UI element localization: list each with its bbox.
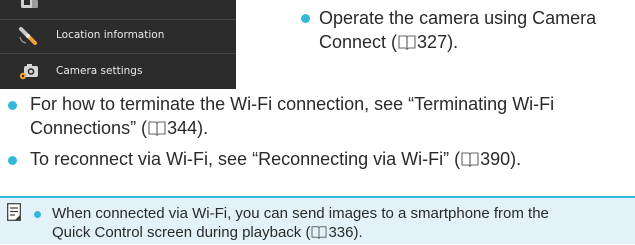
page-reference-390[interactable]: 390 — [480, 149, 510, 169]
reconnect-wifi-line1-pre: To reconnect via Wi-Fi, see “Reconnectin… — [30, 149, 461, 169]
camera-gear-icon — [16, 60, 42, 82]
note-top-border — [0, 196, 635, 198]
page-reference-327[interactable]: 327 — [417, 32, 447, 52]
operate-camera-text: Operate the camera using Camera Connect … — [319, 6, 596, 56]
note-memo-icon — [7, 203, 21, 221]
book-reference-icon — [461, 149, 479, 173]
note-line2-pre: Quick Control screen during playback ( — [52, 224, 311, 241]
reconnect-wifi-line1-post: ). — [510, 149, 522, 169]
note-line2-post: ). — [353, 224, 363, 241]
phone-menu-row-location: Location information — [0, 20, 236, 50]
book-reference-icon — [148, 118, 166, 142]
bullet-icon — [301, 14, 310, 23]
bullet-icon — [8, 101, 17, 110]
operate-camera-line1: Operate the camera using Camera — [319, 8, 597, 28]
operate-camera-line2-post: ). — [447, 32, 459, 52]
terminate-wifi-line1: For how to terminate the Wi-Fi connectio… — [30, 94, 555, 114]
operate-camera-line2: Connect ( 327). — [319, 30, 596, 56]
page-reference-344[interactable]: 344 — [167, 118, 197, 138]
terminate-wifi-line2: Connections” ( 344). — [30, 116, 554, 142]
note-text: When connected via Wi-Fi, you can send i… — [52, 203, 549, 245]
operate-camera-line2-pre: Connect ( — [319, 32, 398, 52]
terminate-wifi-line2-post: ). — [197, 118, 209, 138]
terminate-wifi-text: For how to terminate the Wi-Fi connectio… — [30, 92, 554, 142]
reconnect-wifi-line1: To reconnect via Wi-Fi, see “Reconnectin… — [30, 147, 521, 173]
location-information-label: Location information — [56, 29, 165, 41]
satellite-icon — [16, 24, 42, 46]
phone-menu-row-camera-settings: Camera settings — [0, 56, 236, 86]
bullet-icon — [8, 156, 17, 165]
camera-settings-label: Camera settings — [56, 65, 143, 77]
note-line2: Quick Control screen during playback ( 33… — [52, 222, 549, 245]
phone-camera-icon — [16, 0, 42, 14]
phone-divider — [0, 53, 236, 54]
page-reference-336[interactable]: 336 — [328, 224, 353, 241]
note-line1: When connected via Wi-Fi, you can send i… — [52, 205, 549, 222]
phone-menu-row-top — [0, 0, 236, 18]
terminate-wifi-line2-pre: Connections” ( — [30, 118, 148, 138]
reconnect-wifi-text: To reconnect via Wi-Fi, see “Reconnectin… — [30, 147, 521, 173]
phone-screenshot: Location information Camera settings — [0, 0, 236, 89]
book-reference-icon — [311, 224, 327, 245]
book-reference-icon — [398, 32, 416, 56]
bullet-icon — [34, 211, 41, 218]
